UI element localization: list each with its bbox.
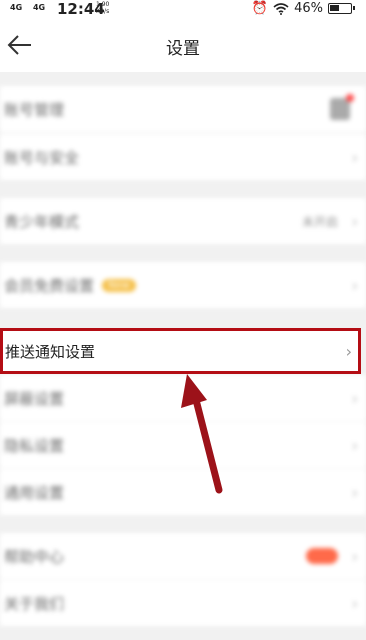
settings-row-block[interactable]: 屏蔽设置 ›	[0, 375, 366, 421]
chevron-right-icon: ›	[351, 546, 358, 566]
settings-row-teen-mode[interactable]: 青少年模式 未开启 ›	[0, 198, 366, 244]
status-bar: 4G 4G 12:44 1.90 KB/s ⏰ 46%	[0, 0, 366, 18]
row-label: 账号管理	[4, 100, 65, 119]
row-label: 青少年模式	[4, 212, 80, 231]
row-label-text: 会员免费设置	[4, 276, 95, 295]
settings-screen: 4G 4G 12:44 1.90 KB/s ⏰ 46% 设置 账号管理 账号与安…	[0, 0, 366, 640]
row-value: 未开启	[301, 214, 338, 229]
row-label: 关于我们	[4, 594, 65, 613]
signal-1-label: 4G	[10, 3, 23, 12]
nav-bar: 设置	[0, 18, 366, 72]
settings-row-member[interactable]: 会员免费设置 New ›	[0, 262, 366, 308]
settings-row-about[interactable]: 关于我们 ›	[0, 580, 366, 626]
chevron-right-icon: ›	[351, 147, 358, 167]
row-label: 屏蔽设置	[4, 389, 65, 408]
chevron-right-icon: ›	[351, 275, 358, 295]
page-title: 设置	[166, 39, 200, 59]
settings-row-help[interactable]: 帮助中心 ›	[0, 533, 366, 579]
row-label: 帮助中心	[4, 547, 65, 566]
row-label: 推送通知设置	[5, 342, 96, 361]
battery-icon	[328, 3, 355, 14]
red-badge	[306, 548, 338, 564]
notification-dot	[346, 94, 354, 102]
chevron-right-icon: ›	[351, 593, 358, 613]
settings-row-push-notification[interactable]: 推送通知设置 ›	[0, 328, 361, 374]
signal-2-label: 4G	[32, 3, 46, 12]
settings-row-account[interactable]: 账号管理	[0, 86, 366, 132]
signal-indicators: 4G 4G	[10, 3, 45, 12]
settings-row-security[interactable]: 账号与安全 ›	[0, 134, 366, 180]
settings-list: 账号管理 账号与安全 › 青少年模式 未开启 › 会员免费设置 New › 屏蔽…	[0, 72, 366, 640]
row-label: 会员免费设置 New	[4, 262, 136, 308]
row-label: 账号与安全	[4, 148, 80, 167]
net-speed-value: 1.90	[96, 1, 110, 8]
new-badge: New	[102, 278, 136, 292]
battery-percent: 46%	[294, 1, 323, 16]
chevron-right-icon: ›	[351, 482, 358, 502]
net-speed-unit: KB/s	[96, 8, 110, 15]
row-label: 通用设置	[4, 483, 65, 502]
status-right: ⏰ 46%	[251, 1, 355, 16]
alarm-icon: ⏰	[251, 1, 269, 16]
chevron-right-icon: ›	[351, 388, 358, 408]
row-label: 隐私设置	[4, 436, 65, 455]
chevron-right-icon: ›	[351, 211, 358, 231]
settings-row-privacy[interactable]: 隐私设置 ›	[0, 422, 366, 468]
net-speed: 1.90 KB/s	[96, 1, 109, 15]
settings-row-general[interactable]: 通用设置 ›	[0, 469, 366, 515]
wifi-icon	[273, 2, 289, 15]
chevron-right-icon: ›	[351, 435, 358, 455]
chevron-right-icon: ›	[345, 341, 352, 361]
